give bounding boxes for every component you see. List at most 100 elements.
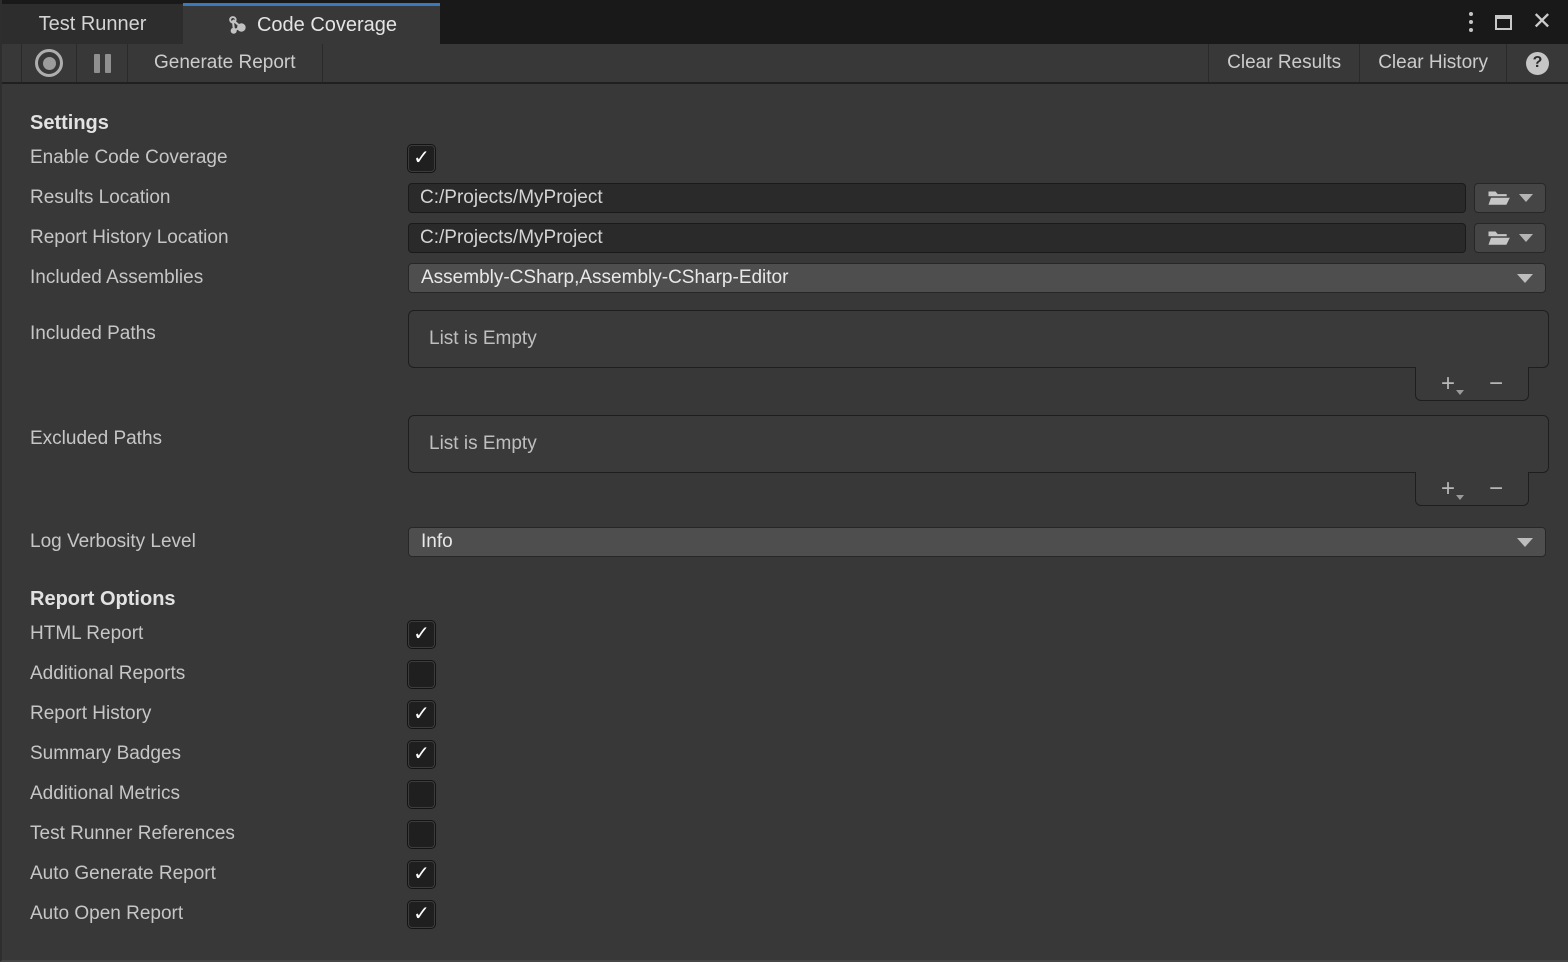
excluded-paths-list: List is Empty + − <box>408 415 1549 506</box>
report-options-header: Report Options <box>30 584 1546 614</box>
toolbar-right: Clear Results Clear History ? <box>1208 44 1568 82</box>
excluded-paths-row: Excluded Paths List is Empty + − <box>30 415 1546 506</box>
excluded-paths-label: Excluded Paths <box>30 415 408 450</box>
plus-icon: + <box>1441 475 1455 502</box>
additional-metrics-row: Additional Metrics ✓ <box>30 774 1546 814</box>
additional-metrics-checkbox[interactable]: ✓ <box>408 781 435 808</box>
tab-bar: Test Runner Code Coverage ✕ <box>2 0 1568 44</box>
additional-reports-row: Additional Reports ✓ <box>30 654 1546 694</box>
remove-path-button[interactable]: − <box>1483 372 1509 396</box>
check-icon: ✓ <box>413 145 430 170</box>
remove-path-button[interactable]: − <box>1483 477 1509 501</box>
chevron-down-icon <box>1517 538 1533 547</box>
record-icon <box>35 49 63 77</box>
option-label: Test Runner References <box>30 823 408 845</box>
test-runner-references-checkbox[interactable]: ✓ <box>408 821 435 848</box>
menu-kebab-icon[interactable] <box>1467 10 1475 34</box>
option-label: Report History <box>30 703 408 725</box>
toolbar: Generate Report Clear Results Clear Hist… <box>2 44 1568 84</box>
included-paths-row: Included Paths List is Empty + − <box>30 310 1546 401</box>
check-icon: ✓ <box>413 741 430 766</box>
additional-reports-checkbox[interactable]: ✓ <box>408 661 435 688</box>
report-history-location-input[interactable] <box>408 223 1466 253</box>
option-label: Additional Reports <box>30 663 408 685</box>
pause-icon <box>94 54 111 73</box>
record-button[interactable] <box>22 44 77 82</box>
option-label: Additional Metrics <box>30 783 408 805</box>
report-history-checkbox[interactable]: ✓ <box>408 701 435 728</box>
included-paths-footer: + − <box>1415 367 1529 401</box>
results-location-browse-button[interactable] <box>1474 183 1546 213</box>
log-verbosity-dropdown[interactable]: Info <box>408 527 1546 557</box>
clear-history-label: Clear History <box>1378 52 1488 74</box>
tab-code-coverage[interactable]: Code Coverage <box>183 3 440 44</box>
enable-code-coverage-label: Enable Code Coverage <box>30 147 408 169</box>
tab-test-runner-label: Test Runner <box>39 13 147 36</box>
summary-badges-row: Summary Badges ✓ <box>30 734 1546 774</box>
close-icon[interactable]: ✕ <box>1532 10 1552 34</box>
chevron-down-icon <box>1519 234 1533 242</box>
results-location-label: Results Location <box>30 187 408 209</box>
check-icon: ✓ <box>413 861 430 886</box>
pause-button[interactable] <box>77 44 128 82</box>
settings-panel: Settings Enable Code Coverage ✓ Results … <box>2 108 1568 934</box>
option-label: Auto Open Report <box>30 903 408 925</box>
window-controls: ✕ <box>1467 10 1568 34</box>
log-verbosity-row: Log Verbosity Level Info <box>30 522 1546 562</box>
option-label: Summary Badges <box>30 743 408 765</box>
chevron-down-icon <box>1517 274 1533 283</box>
check-icon: ✓ <box>413 701 430 726</box>
html-report-checkbox[interactable]: ✓ <box>408 621 435 648</box>
add-caret-icon <box>1456 390 1464 395</box>
folder-open-icon <box>1487 189 1511 207</box>
enable-code-coverage-row: Enable Code Coverage ✓ <box>30 138 1546 178</box>
add-path-button[interactable]: + <box>1435 477 1461 501</box>
enable-code-coverage-checkbox[interactable]: ✓ <box>408 145 435 172</box>
generate-report-button[interactable]: Generate Report <box>128 44 323 82</box>
auto-open-report-row: Auto Open Report ✓ <box>30 894 1546 934</box>
log-verbosity-value: Info <box>421 531 453 553</box>
auto-open-report-checkbox[interactable]: ✓ <box>408 901 435 928</box>
test-runner-references-row: Test Runner References ✓ <box>30 814 1546 854</box>
tab-test-runner[interactable]: Test Runner <box>2 4 183 44</box>
option-label: Auto Generate Report <box>30 863 408 885</box>
help-icon: ? <box>1526 52 1549 75</box>
excluded-paths-empty: List is Empty <box>408 415 1549 473</box>
report-history-location-label: Report History Location <box>30 227 408 249</box>
folder-open-icon <box>1487 229 1511 247</box>
log-verbosity-label: Log Verbosity Level <box>30 531 408 553</box>
toolbar-spacer <box>2 44 22 82</box>
check-icon: ✓ <box>413 901 430 926</box>
summary-badges-checkbox[interactable]: ✓ <box>408 741 435 768</box>
results-location-row: Results Location <box>30 178 1546 218</box>
add-caret-icon <box>1456 495 1464 500</box>
included-paths-empty: List is Empty <box>408 310 1549 368</box>
html-report-row: HTML Report ✓ <box>30 614 1546 654</box>
help-button[interactable]: ? <box>1506 44 1568 82</box>
included-assemblies-label: Included Assemblies <box>30 267 408 289</box>
option-label: HTML Report <box>30 623 408 645</box>
report-history-location-row: Report History Location <box>30 218 1546 258</box>
maximize-icon[interactable] <box>1495 15 1512 30</box>
list-empty-text: List is Empty <box>429 433 537 455</box>
auto-generate-report-row: Auto Generate Report ✓ <box>30 854 1546 894</box>
clear-results-label: Clear Results <box>1227 52 1341 74</box>
clear-history-button[interactable]: Clear History <box>1359 44 1506 82</box>
code-coverage-window: Test Runner Code Coverage ✕ <box>0 0 1568 962</box>
included-paths-label: Included Paths <box>30 310 408 345</box>
tab-code-coverage-label: Code Coverage <box>257 14 397 37</box>
excluded-paths-footer: + − <box>1415 472 1529 506</box>
generate-report-label: Generate Report <box>154 52 296 74</box>
code-coverage-icon <box>226 14 248 36</box>
add-path-button[interactable]: + <box>1435 372 1461 396</box>
included-assemblies-dropdown[interactable]: Assembly-CSharp,Assembly-CSharp-Editor <box>408 263 1546 293</box>
settings-header: Settings <box>30 108 1546 138</box>
chevron-down-icon <box>1519 194 1533 202</box>
clear-results-button[interactable]: Clear Results <box>1208 44 1359 82</box>
results-location-input[interactable] <box>408 183 1466 213</box>
report-history-location-browse-button[interactable] <box>1474 223 1546 253</box>
check-icon: ✓ <box>413 621 430 646</box>
included-assemblies-value: Assembly-CSharp,Assembly-CSharp-Editor <box>421 267 788 289</box>
auto-generate-report-checkbox[interactable]: ✓ <box>408 861 435 888</box>
plus-icon: + <box>1441 370 1455 397</box>
